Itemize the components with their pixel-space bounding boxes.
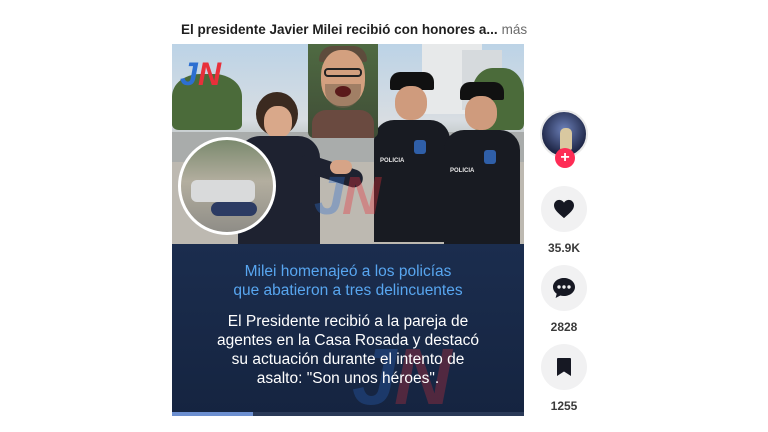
headline-line-2: que abatieron a tres delincuentes <box>233 282 463 299</box>
like-count: 35.9K <box>547 241 581 255</box>
bookmark-icon <box>557 358 571 376</box>
bookmark-count: 1255 <box>550 399 578 413</box>
body-line-1: El Presidente recibió a la pareja de <box>227 313 469 330</box>
overlay-text-panel: J N Milei homenajeó a los policías que a… <box>172 244 524 416</box>
video-progress-fill <box>172 412 253 416</box>
svg-text:J: J <box>314 166 345 222</box>
video-progress-bar[interactable] <box>172 412 524 416</box>
body-line-4: asalto: "Son unos héroes". <box>256 370 440 387</box>
comment-button[interactable] <box>541 265 587 311</box>
officer-figure-2: POLICIA <box>438 82 524 244</box>
follow-button[interactable]: + <box>555 148 575 168</box>
body-line-3: su actuación durante el intento de <box>231 351 465 368</box>
uniform-label-2: POLICIA <box>450 168 475 174</box>
overlay-headline: Milei homenajeó a los policías que abati… <box>172 262 524 300</box>
jn-logo-n: N <box>198 56 222 90</box>
like-button[interactable] <box>541 186 587 232</box>
jn-watermark-photo: J N <box>314 166 382 222</box>
video-photo: POLICIA POLICIA J N J N <box>172 44 524 244</box>
jn-logo-j: J <box>180 56 199 90</box>
jn-logo: J N <box>180 56 222 90</box>
caption-text: El presidente Javier Milei recibió con h… <box>181 22 498 37</box>
video-player[interactable]: POLICIA POLICIA J N J N J N Milei homena… <box>172 44 524 416</box>
body-line-2: agentes en la Casa Rosada y destacó <box>217 332 479 349</box>
headline-line-1: Milei homenajeó a los policías <box>244 263 452 280</box>
bookmark-button[interactable] <box>541 344 587 390</box>
video-caption[interactable]: El presidente Javier Milei recibió con h… <box>181 22 527 37</box>
comment-dots-icon <box>553 278 575 298</box>
more-link[interactable]: más <box>502 22 528 37</box>
plus-icon: + <box>560 149 570 166</box>
comment-count: 2828 <box>550 320 578 334</box>
heart-icon <box>554 199 574 219</box>
crime-scene-inset <box>178 137 276 235</box>
svg-text:N: N <box>342 166 382 222</box>
commentator-inset <box>308 44 378 138</box>
overlay-body: El Presidente recibió a la pareja de age… <box>172 312 524 388</box>
